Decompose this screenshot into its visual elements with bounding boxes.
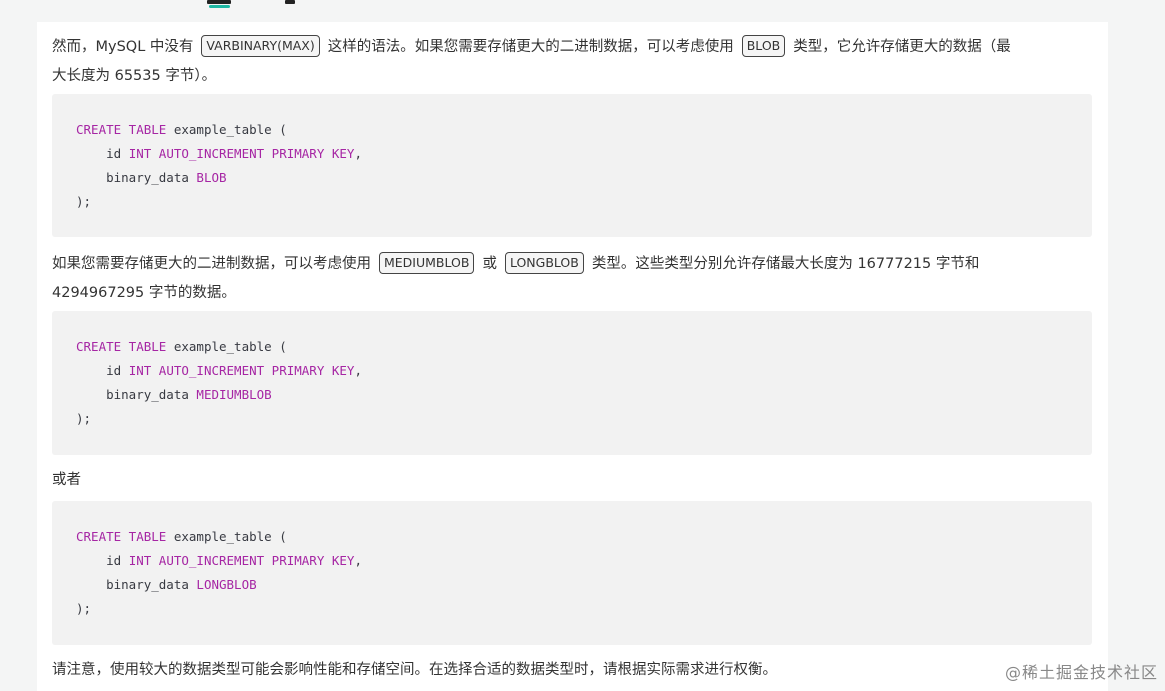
paragraph-text: 这样的语法。如果您需要存储更大的二进制数据，可以考虑使用: [327, 39, 734, 55]
code-line: CREATE TABLE example_table (: [76, 339, 287, 355]
paragraph-4: 请注意，使用较大的数据类型可能会影响性能和存储空间。在选择合适的数据类型时，请根…: [52, 662, 777, 678]
code-line: );: [76, 601, 92, 616]
code-text: id: [76, 553, 129, 568]
top-nav-strip: [0, 0, 1165, 22]
code-block-blob[interactable]: CREATE TABLE example_table ( id INT AUTO…: [52, 94, 1092, 237]
code-line: binary_data BLOB: [76, 170, 227, 186]
code-keyword: BLOB: [196, 170, 227, 185]
code-text: example_table (: [166, 529, 287, 544]
paragraph-text: 如果您需要存储更大的二进制数据，可以考虑使用: [52, 256, 371, 272]
code-block-longblob[interactable]: CREATE TABLE example_table ( id INT AUTO…: [52, 501, 1092, 645]
code-text: id: [76, 363, 129, 378]
code-text: example_table (: [166, 122, 287, 137]
code-keyword: MEDIUMBLOB: [196, 387, 272, 402]
code-line: id INT AUTO_INCREMENT PRIMARY KEY,: [76, 553, 362, 569]
code-keyword: CREATE TABLE: [76, 122, 167, 137]
code-text: id: [76, 146, 129, 161]
site-watermark: @稀土掘金技术社区: [1004, 663, 1158, 682]
code-line: CREATE TABLE example_table (: [76, 529, 287, 545]
tab-title-fragment[interactable]: [207, 0, 231, 4]
paragraph-3: 或者: [52, 472, 81, 488]
article-content: 然而，MySQL 中没有 VARBINARY(MAX) 这样的语法。如果您需要存储更…: [37, 22, 1108, 691]
code-text: binary_data: [76, 387, 197, 402]
code-keyword: INT AUTO_INCREMENT PRIMARY KEY: [128, 363, 355, 378]
code-keyword: INT AUTO_INCREMENT PRIMARY KEY: [128, 553, 355, 568]
code-keyword: INT AUTO_INCREMENT PRIMARY KEY: [128, 146, 355, 161]
paragraph-text: 然而，MySQL 中没有: [52, 39, 194, 55]
code-text: ,: [354, 553, 362, 568]
active-tab-indicator: [209, 5, 230, 8]
paragraph-1: 然而，MySQL 中没有 VARBINARY(MAX) 这样的语法。如果您需要存储更…: [52, 33, 1097, 91]
code-text: binary_data: [76, 170, 197, 185]
inline-code-longblob: LONGBLOB: [504, 252, 584, 274]
inline-code-blob: BLOB: [741, 35, 786, 57]
code-line: CREATE TABLE example_table (: [76, 122, 287, 138]
code-line: binary_data LONGBLOB: [76, 577, 257, 593]
code-text: binary_data: [76, 577, 197, 592]
code-line: id INT AUTO_INCREMENT PRIMARY KEY,: [76, 146, 362, 162]
code-keyword: CREATE TABLE: [76, 339, 167, 354]
code-text: ,: [354, 363, 362, 378]
code-block-mediumblob[interactable]: CREATE TABLE example_table ( id INT AUTO…: [52, 311, 1092, 455]
code-keyword: CREATE TABLE: [76, 529, 167, 544]
paragraph-text: 大长度为 65535 字节）。: [52, 68, 217, 84]
paragraph-text: 或: [482, 256, 497, 272]
code-text: ,: [354, 146, 362, 161]
inline-code-mediumblob: MEDIUMBLOB: [379, 252, 475, 274]
paragraph-2: 如果您需要存储更大的二进制数据，可以考虑使用 MEDIUMBLOB 或 LONGBLO…: [52, 250, 1097, 308]
tab-title-fragment[interactable]: [285, 0, 295, 4]
code-line: );: [76, 411, 92, 426]
paragraph-text: 4294967295 字节的数据。: [52, 285, 236, 301]
inline-code-varbinary: VARBINARY(MAX): [201, 35, 320, 57]
code-text: example_table (: [166, 339, 287, 354]
code-keyword: LONGBLOB: [196, 577, 257, 592]
paragraph-text: 类型。这些类型分别允许存储最大长度为 16777215 字节和: [591, 256, 980, 272]
code-line: binary_data MEDIUMBLOB: [76, 387, 272, 403]
code-line: );: [76, 194, 92, 209]
paragraph-text: 类型，它允许存储更大的数据（最: [793, 39, 1011, 55]
code-line: id INT AUTO_INCREMENT PRIMARY KEY,: [76, 363, 362, 379]
